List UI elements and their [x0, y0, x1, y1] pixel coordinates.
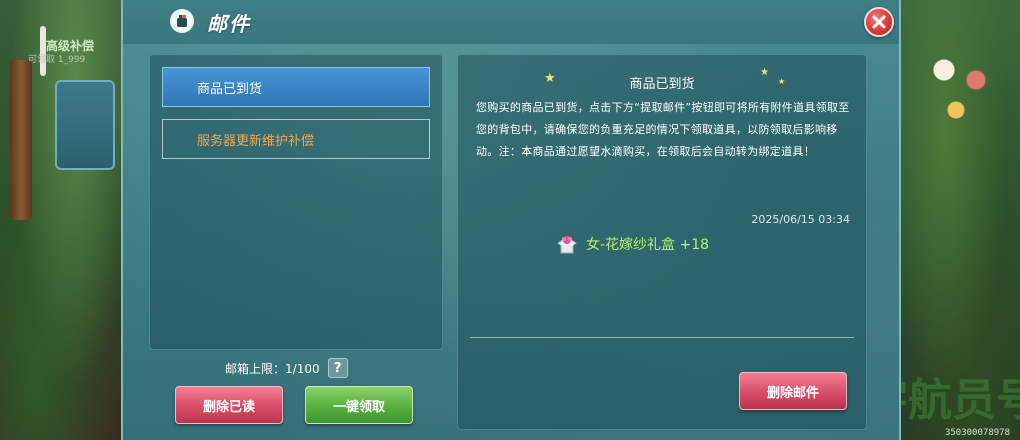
game-background-left: 高级补偿 可领取 1_999	[0, 0, 125, 440]
mail-detail-title: 商品已到货	[629, 77, 695, 92]
claim-all-button[interactable]: 一键领取	[305, 386, 413, 424]
mailbox-limit: 邮箱上限：1/100 ?	[225, 358, 348, 378]
close-button[interactable]	[864, 7, 894, 37]
mail-list-panel: 商品已到货 服务器更新维护补偿	[149, 54, 443, 350]
attachment-item[interactable]: 女-花嫁纱礼盒 +18	[554, 231, 709, 257]
help-button[interactable]: ?	[327, 358, 348, 378]
mail-list-item-selected[interactable]: 商品已到货	[162, 67, 430, 107]
gift-box-icon	[554, 231, 580, 257]
game-background-right: 宇航员号	[864, 0, 1020, 440]
tree-trunk	[10, 60, 32, 220]
flowers-decoration	[920, 40, 1000, 140]
close-icon	[872, 15, 886, 29]
mailbox-limit-label: 邮箱上限：1/100	[225, 361, 320, 376]
divider	[470, 337, 854, 338]
attachment-label: 女-花嫁纱礼盒 +18	[586, 237, 710, 253]
delete-read-button[interactable]: 删除已读	[175, 386, 283, 424]
window-header: 邮件	[123, 0, 899, 44]
mail-list-item[interactable]: 服务器更新维护补偿	[162, 119, 430, 159]
mail-list-item-subject: 商品已到货	[197, 81, 263, 97]
serial-number: 350300078978	[944, 428, 1010, 438]
mail-detail-body: 您购买的商品已到货，点击下方“提取邮件”按钮即可将所有附件道具领取至您的背包中，…	[476, 101, 850, 158]
mail-window: 邮件 商品已到货 服务器更新维护补偿 邮箱上限：1/100 ? 删除已读 一键领…	[121, 0, 901, 440]
background-sign-subtext: 可领取 1_999	[28, 55, 86, 65]
mail-detail-date: 2025/06/15 03:34	[751, 213, 850, 226]
signboard	[55, 80, 115, 170]
mail-list-item-subject: 服务器更新维护补偿	[197, 133, 315, 149]
mailbox-icon	[170, 9, 194, 33]
delete-mail-button[interactable]: 删除邮件	[739, 372, 847, 410]
window-title: 邮件	[207, 12, 251, 36]
